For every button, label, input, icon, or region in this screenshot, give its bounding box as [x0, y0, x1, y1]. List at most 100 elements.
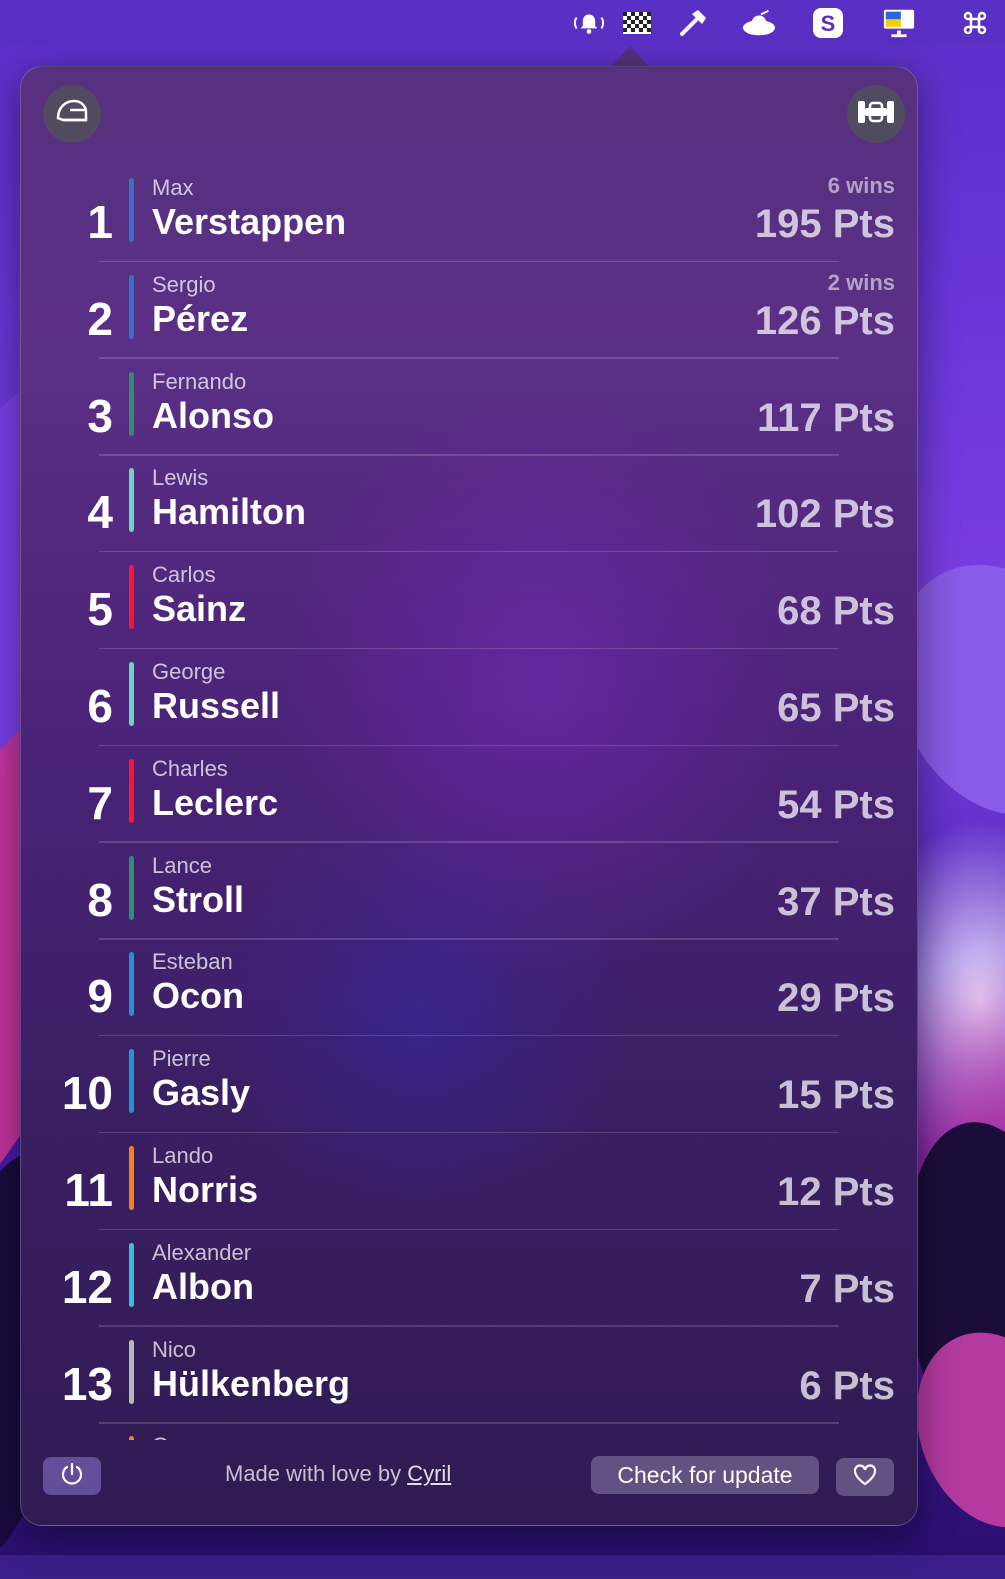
driver-row: Oscar [21, 1423, 917, 1440]
driver-row: 2 Sergio Pérez 2 wins 126 Pts [21, 262, 917, 359]
hammer-icon[interactable] [676, 6, 710, 40]
driver-last-name: Ocon [152, 975, 245, 1017]
driver-row: 9 Esteban Ocon 29 Pts [21, 939, 917, 1037]
driver-first-name: Charles [152, 755, 228, 781]
driver-points: 12 Pts [777, 1170, 895, 1214]
driver-row: 5 Carlos Sainz 68 Pts [21, 552, 917, 650]
driver-position: 1 [87, 196, 113, 248]
driver-points: 68 Pts [777, 589, 895, 634]
driver-first-name: George [152, 659, 226, 684]
driver-last-name: Russell [152, 685, 281, 726]
heart-icon [852, 1463, 878, 1492]
car-button[interactable] [847, 85, 905, 143]
driver-points: 102 Pts [754, 492, 895, 537]
team-color-bar [129, 371, 134, 436]
team-color-bar [129, 662, 134, 726]
driver-first-name: Alexander [152, 1239, 252, 1265]
driver-first-name: Lando [152, 1143, 214, 1168]
helmet-icon [55, 98, 89, 131]
driver-position: 8 [87, 873, 113, 926]
credit-link[interactable]: Cyril [407, 1461, 451, 1486]
driver-row: 11 Lando Norris 12 Pts [21, 1133, 917, 1230]
driver-position: 5 [87, 583, 113, 636]
team-color-bar [129, 274, 134, 339]
driver-first-name: Oscar [152, 1433, 211, 1440]
driver-last-name: Verstappen [152, 201, 347, 242]
driver-last-name: Gasly [152, 1072, 251, 1114]
driver-position: 3 [87, 389, 113, 442]
credit-prefix: Made with love by [225, 1461, 402, 1486]
s-app-icon[interactable]: S [811, 6, 845, 40]
driver-points: 65 Pts [777, 686, 895, 730]
driver-last-name: Alonso [152, 394, 274, 436]
team-color-bar [129, 855, 134, 920]
driver-last-name: Hülkenberg [152, 1362, 351, 1404]
check-for-update-button[interactable]: Check for update [591, 1456, 819, 1494]
driver-first-name: Lewis [152, 465, 209, 491]
bell-broadcast-icon[interactable] [572, 6, 606, 40]
driver-position: 13 [61, 1357, 113, 1410]
team-color-bar [129, 1049, 134, 1114]
driver-first-name: Sergio [152, 271, 216, 297]
driver-row: 10 Pierre Gasly 15 Pts [21, 1036, 917, 1134]
team-color-bar [129, 1146, 134, 1210]
team-color-bar [129, 1339, 134, 1404]
driver-first-name: Lance [152, 852, 212, 878]
driver-last-name: Pérez [152, 297, 249, 339]
driver-row: 3 Fernando Alonso 117 Pts [21, 359, 917, 456]
driver-position: 7 [87, 776, 113, 829]
driver-points: 29 Pts [777, 976, 895, 1021]
team-color-bar [129, 178, 134, 242]
checkered-flag-icon[interactable] [620, 6, 654, 40]
driver-points: 195 Pts [754, 202, 895, 246]
driver-first-name: Fernando [152, 368, 247, 394]
quit-button[interactable] [43, 1457, 101, 1495]
driver-last-name: Albon [152, 1265, 254, 1307]
driver-points: 54 Pts [777, 782, 895, 827]
display-flag-icon[interactable] [882, 6, 916, 40]
driver-points: 6 Pts [799, 1363, 895, 1408]
driver-position: 9 [87, 970, 113, 1023]
driver-last-name: Norris [152, 1169, 259, 1210]
driver-position: 12 [61, 1260, 113, 1313]
helmet-button[interactable] [43, 85, 101, 143]
driver-points: 126 Pts [754, 298, 895, 343]
team-color-bar [129, 565, 134, 630]
command-key-icon[interactable] [958, 6, 992, 40]
team-color-bar [129, 468, 134, 533]
driver-first-name: Esteban [152, 949, 233, 975]
driver-last-name: Sainz [152, 588, 247, 630]
driver-points: 37 Pts [777, 879, 895, 924]
driver-position: 6 [87, 680, 113, 732]
driver-last-name: Stroll [152, 878, 245, 920]
driver-first-name: Max [152, 175, 194, 200]
driver-row: 4 Lewis Hamilton 102 Pts [21, 455, 917, 553]
driver-row: 7 Charles Leclerc 54 Pts [21, 746, 917, 843]
driver-points: 7 Pts [799, 1266, 895, 1311]
f1-car-icon [856, 97, 896, 132]
donate-button[interactable] [836, 1458, 894, 1496]
team-color-bar [129, 1242, 134, 1307]
driver-wins: 6 wins [827, 173, 895, 198]
menu-bar: S [0, 0, 1005, 45]
driver-row: 6 George Russell 65 Pts [21, 649, 917, 746]
driver-last-name: Leclerc [152, 781, 279, 823]
driver-position: 11 [64, 1164, 113, 1216]
driver-points: 15 Pts [777, 1073, 895, 1118]
driver-position: 4 [87, 486, 113, 539]
svg-text:S: S [821, 11, 836, 36]
driver-position: 10 [61, 1067, 113, 1120]
driver-first-name: Nico [152, 1336, 197, 1362]
driver-points: 117 Pts [757, 395, 895, 440]
credit-text: Made with love by Cyril [225, 1461, 451, 1487]
driver-first-name: Carlos [152, 562, 216, 588]
popover-pointer [610, 46, 650, 68]
driver-position: 2 [87, 292, 113, 345]
flying-saucer-icon[interactable] [742, 6, 776, 40]
driver-standings-list: 1 Max Verstappen 6 wins 195 Pts 2 Sergio Pérez 2… [21, 165, 917, 1440]
driver-row: 8 Lance Stroll 37 Pts [21, 843, 917, 940]
driver-row: 12 Alexander Albon 7 Pts [21, 1230, 917, 1327]
driver-row: 13 Nico Hülkenberg 6 Pts [21, 1327, 917, 1424]
driver-row: 1 Max Verstappen 6 wins 195 Pts [21, 165, 917, 262]
driver-last-name: Hamilton [152, 491, 307, 533]
